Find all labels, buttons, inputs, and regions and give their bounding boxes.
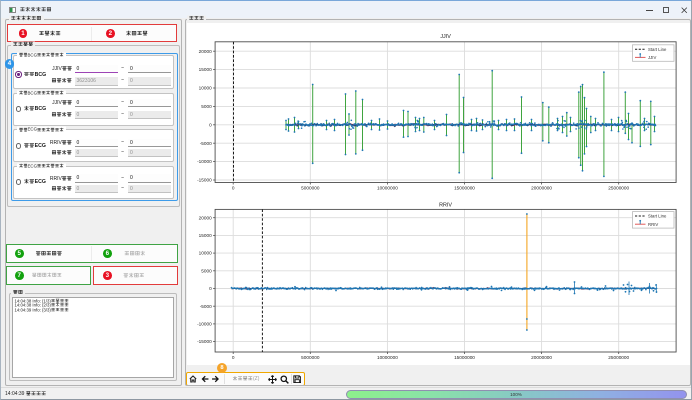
svg-text:5000: 5000 xyxy=(201,104,212,109)
svg-text:25000000: 25000000 xyxy=(608,355,629,360)
svg-text:-10000: -10000 xyxy=(197,159,212,164)
svg-text:20000: 20000 xyxy=(198,215,211,220)
svg-text:5000000: 5000000 xyxy=(301,355,320,360)
svg-text:Start Line: Start Line xyxy=(648,213,667,218)
svg-text:20000: 20000 xyxy=(198,48,211,53)
svg-text:-10000: -10000 xyxy=(197,321,212,326)
svg-text:RRIV: RRIV xyxy=(439,202,452,208)
svg-text:15000: 15000 xyxy=(198,233,211,238)
svg-text:Start Line: Start Line xyxy=(648,46,667,51)
svg-text:10000000: 10000000 xyxy=(376,355,397,360)
svg-text:JJIV: JJIV xyxy=(648,55,656,60)
svg-text:25000000: 25000000 xyxy=(608,185,629,190)
svg-text:RRIV: RRIV xyxy=(648,221,658,226)
svg-text:0: 0 xyxy=(231,355,234,360)
svg-text:20000000: 20000000 xyxy=(531,355,552,360)
svg-text:10000: 10000 xyxy=(198,250,211,255)
svg-text:15000000: 15000000 xyxy=(454,355,475,360)
svg-text:10000: 10000 xyxy=(198,85,211,90)
svg-text:-5000: -5000 xyxy=(199,303,211,308)
svg-text:-5000: -5000 xyxy=(199,140,211,145)
svg-text:20000000: 20000000 xyxy=(531,185,552,190)
svg-text:0: 0 xyxy=(231,185,234,190)
svg-text:5000000: 5000000 xyxy=(301,185,320,190)
svg-text:10000000: 10000000 xyxy=(376,185,397,190)
svg-text:JJIV: JJIV xyxy=(440,34,451,40)
svg-text:-15000: -15000 xyxy=(197,339,212,344)
svg-text:-15000: -15000 xyxy=(197,177,212,182)
svg-text:5000: 5000 xyxy=(201,268,212,273)
svg-text:15000000: 15000000 xyxy=(454,185,475,190)
svg-text:15000: 15000 xyxy=(198,67,211,72)
svg-text:0: 0 xyxy=(209,122,212,127)
svg-text:0: 0 xyxy=(209,286,212,291)
